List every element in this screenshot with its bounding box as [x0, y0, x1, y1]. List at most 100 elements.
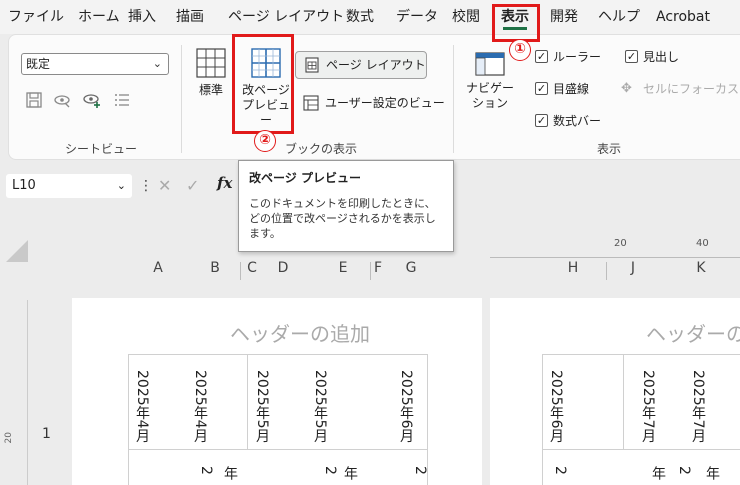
sheet-view-dropdown[interactable]: 既定 ⌄ [21, 53, 169, 75]
page-break-preview-tooltip: 改ページ プレビュー このドキュメントを印刷したときに、どの位置で改ページされる… [238, 160, 454, 252]
sheet-view-group-label: シートビュー [65, 142, 138, 156]
chevron-down-icon: ⌄ [116, 179, 126, 192]
custom-views-icon [303, 95, 319, 111]
column-header-b[interactable]: B [200, 260, 230, 276]
focus-cell-icon: ✥ [621, 81, 632, 96]
show-group-label: 表示 [597, 142, 622, 156]
column-header-g[interactable]: G [396, 260, 426, 276]
insert-function-icon[interactable]: fx [217, 174, 232, 192]
menu-file[interactable]: ファイル [8, 0, 64, 34]
vertical-ruler [0, 300, 28, 485]
cell-date[interactable]: 2025年5月 [312, 370, 328, 443]
add-header-right[interactable]: ヘッダーの追 [646, 318, 740, 347]
navigation-label-line2: ション [471, 96, 508, 110]
page-layout-view-button[interactable]: ページ レイアウト [295, 51, 427, 79]
gridlines-checkbox[interactable]: ✓ 目盛線 [535, 81, 589, 97]
menu-developer[interactable]: 開発 [550, 0, 578, 34]
column-header-a[interactable]: A [143, 260, 173, 276]
cell-partial: 年 [222, 466, 238, 480]
add-header-left[interactable]: ヘッダーの追加 [230, 318, 370, 347]
page-break-preview-button[interactable]: 改ページ プレビュー [239, 47, 293, 128]
headings-checkbox[interactable]: ✓ 見出し [625, 49, 679, 65]
ruler-label: ルーラー [553, 50, 602, 64]
row-header-1[interactable]: 1 [42, 426, 51, 442]
options-list-icon[interactable] [113, 91, 131, 109]
cell-partial: 2 [198, 466, 214, 475]
navigation-pane-icon [475, 52, 505, 76]
cell-date[interactable]: 2025年6月 [398, 370, 414, 443]
workbook-views-group-label: ブックの表示 [285, 142, 358, 156]
cell-partial: 2 [552, 466, 568, 475]
cell-date[interactable]: 2025年4月 [134, 370, 150, 443]
ruler-number: 20 [4, 432, 14, 444]
select-all-corner[interactable] [6, 240, 28, 262]
cell-partial: 年 [342, 466, 358, 480]
ruler-number: 40 [696, 238, 709, 249]
group-separator [453, 45, 454, 153]
menu-data[interactable]: データ [396, 0, 438, 34]
menu-review[interactable]: 校閲 [452, 0, 480, 34]
save-view-icon[interactable] [25, 91, 43, 109]
exit-view-icon[interactable] [53, 91, 71, 109]
more-options-icon[interactable]: ⋮ [139, 178, 153, 194]
name-box[interactable]: L10 ⌄ [6, 174, 132, 198]
column-header-e[interactable]: E [328, 260, 358, 276]
cell-partial: 年 [704, 466, 720, 480]
normal-view-button[interactable]: 標準 [191, 47, 231, 98]
column-header-j[interactable]: J [618, 260, 648, 276]
page-break-preview-label-line1: 改ページ [242, 83, 290, 97]
menu-bar: ファイル ホーム 挿入 描画 ページ レイアウト 数式 データ 校閲 表示 開発… [0, 0, 740, 34]
page-break-preview-icon [251, 48, 281, 78]
menu-home[interactable]: ホーム [78, 0, 120, 34]
column-header-h[interactable]: H [558, 260, 588, 276]
custom-views-label: ユーザー設定のビュー [325, 96, 445, 110]
cell-partial: 2 [322, 466, 338, 475]
page-break-preview-label-line2: プレビュー [241, 98, 290, 127]
group-separator [181, 45, 182, 153]
menu-draw[interactable]: 描画 [176, 0, 204, 34]
navigation-button[interactable]: ナビゲー ション [465, 51, 515, 111]
chevron-down-icon: ⌄ [152, 57, 162, 70]
menu-insert[interactable]: 挿入 [128, 0, 156, 34]
cell-date[interactable]: 2025年7月 [690, 370, 706, 443]
cell-date[interactable]: 2025年5月 [254, 370, 270, 443]
checkbox-checked-icon: ✓ [625, 50, 638, 63]
menu-acrobat[interactable]: Acrobat [656, 0, 710, 34]
focus-cell-button[interactable]: ✥ セルにフォーカス [621, 81, 739, 97]
enter-icon[interactable]: ✓ [186, 176, 199, 195]
navigation-label-line1: ナビゲー [465, 81, 514, 95]
ribbon: 既定 ⌄ シートビュー 標準 改ページ プレビュー ページ レイアウト ユーザー… [8, 34, 740, 160]
page-layout-label: ページ レイアウト [326, 58, 426, 72]
sheet-view-value: 既定 [26, 57, 51, 71]
custom-views-button[interactable]: ユーザー設定のビュー [303, 93, 445, 113]
cell-partial: 2 [676, 466, 692, 475]
checkbox-checked-icon: ✓ [535, 50, 548, 63]
ruler-checkbox[interactable]: ✓ ルーラー [535, 49, 601, 65]
menu-page-layout[interactable]: ページ レイアウト [228, 0, 344, 34]
page-layout-icon [305, 57, 319, 73]
new-view-icon[interactable] [83, 91, 101, 109]
horizontal-ruler: 20 40 [490, 236, 740, 258]
cell-partial: 2 [412, 466, 428, 475]
menu-help[interactable]: ヘルプ [598, 0, 640, 34]
column-header-f[interactable]: F [363, 260, 393, 276]
menu-view[interactable]: 表示 [501, 0, 529, 34]
focus-cell-label: セルにフォーカス [643, 82, 740, 96]
cell-date[interactable]: 2025年4月 [192, 370, 208, 443]
gridlines-label: 目盛線 [553, 82, 590, 96]
formula-bar-label: 数式バー [553, 114, 602, 128]
cell-block [128, 450, 428, 485]
name-box-value: L10 [12, 178, 36, 193]
marker-step-2: ② [254, 130, 276, 152]
column-header-c[interactable]: C [237, 260, 267, 276]
normal-view-icon [196, 48, 226, 78]
column-header-d[interactable]: D [268, 260, 298, 276]
cell-date[interactable]: 2025年6月 [548, 370, 564, 443]
cancel-icon[interactable]: ✕ [158, 176, 171, 195]
menu-formulas[interactable]: 数式 [346, 0, 374, 34]
print-page-left: ヘッダーの追加 2025年4月 2025年4月 2025年5月 2025年5月 … [72, 298, 482, 485]
print-page-right: ヘッダーの追 2025年6月 2025年7月 2025年7月 2 年 2 年 [490, 298, 740, 485]
formula-bar-checkbox[interactable]: ✓ 数式バー [535, 113, 601, 129]
cell-date[interactable]: 2025年7月 [640, 370, 656, 443]
column-header-k[interactable]: K [686, 260, 716, 276]
